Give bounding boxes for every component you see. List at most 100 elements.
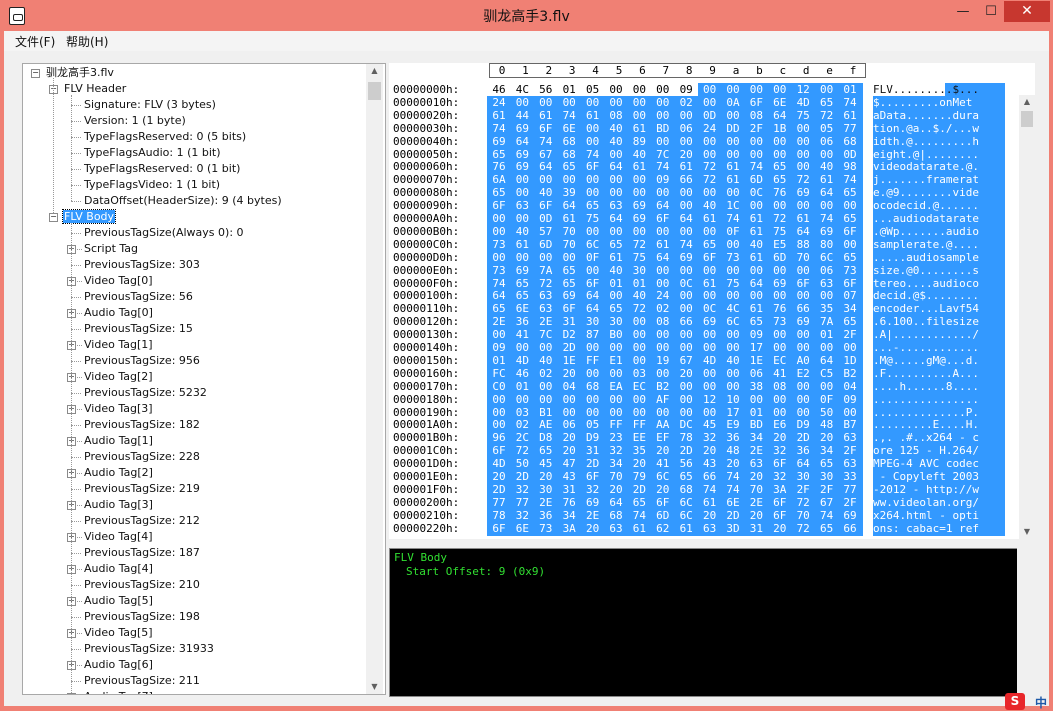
hex-byte[interactable]: 20: [557, 444, 581, 457]
hex-byte[interactable]: 05: [815, 122, 839, 135]
hex-byte[interactable]: 20: [604, 483, 628, 496]
hex-byte[interactable]: 00: [627, 225, 651, 238]
hex-byte[interactable]: 00: [534, 96, 558, 109]
hex-byte[interactable]: 30: [627, 264, 651, 277]
hex-byte[interactable]: 1E: [744, 354, 768, 367]
hex-byte[interactable]: 04: [557, 380, 581, 393]
hex-byte[interactable]: 2D: [581, 457, 605, 470]
hex-byte[interactable]: 00: [674, 302, 698, 315]
hex-row-bytes[interactable]: 6F 72 65 20 31 32 35 20 2D 20 48 2E 32 36 34 2F: [487, 444, 864, 457]
hex-byte[interactable]: 45: [534, 457, 558, 470]
hex-byte[interactable]: 61: [721, 173, 745, 186]
hex-byte[interactable]: 00: [815, 289, 839, 302]
hex-byte[interactable]: 00: [791, 380, 815, 393]
hex-byte[interactable]: 00: [487, 225, 511, 238]
hex-byte[interactable]: 56: [534, 83, 558, 96]
hex-byte[interactable]: 6D: [534, 238, 558, 251]
hex-byte[interactable]: 63: [744, 457, 768, 470]
hex-byte[interactable]: 61: [698, 496, 722, 509]
hex-byte[interactable]: 66: [698, 470, 722, 483]
hex-byte[interactable]: 72: [791, 522, 815, 535]
hex-byte[interactable]: 00: [721, 341, 745, 354]
tree-item-tag[interactable]: Audio Tag[0]: [83, 305, 154, 321]
hex-byte[interactable]: 01: [510, 380, 534, 393]
hex-byte[interactable]: 6F: [744, 96, 768, 109]
hex-byte[interactable]: 74: [744, 160, 768, 173]
tree-item-tag[interactable]: Audio Tag[5]: [83, 593, 154, 609]
hex-byte[interactable]: 00: [674, 264, 698, 277]
hex-byte[interactable]: 20: [674, 367, 698, 380]
hex-byte[interactable]: 68: [838, 135, 862, 148]
hex-byte[interactable]: 74: [627, 509, 651, 522]
hex-byte[interactable]: 00: [698, 406, 722, 419]
hex-byte[interactable]: 6D: [651, 509, 675, 522]
hex-byte[interactable]: 70: [744, 483, 768, 496]
hex-byte[interactable]: 2D: [627, 483, 651, 496]
hex-bytes-area[interactable]: 46 4C 56 01 05 00 00 00 09 00 00 00 00 12 00 01 24 00 00 00…: [487, 83, 864, 537]
hex-byte[interactable]: DC: [674, 418, 698, 431]
menu-file[interactable]: 文件(F): [15, 33, 55, 50]
hex-byte[interactable]: 34: [557, 509, 581, 522]
hex-byte[interactable]: 2E: [534, 315, 558, 328]
ascii-row[interactable]: .F..........A...: [873, 367, 1005, 380]
hex-byte[interactable]: 73: [768, 315, 792, 328]
hex-row-bytes[interactable]: 00 02 AE 06 05 FF FF AA DC 45 E9 BD E6 D9 48 B7: [487, 418, 864, 431]
hex-byte[interactable]: 70: [791, 251, 815, 264]
hex-row-bytes[interactable]: 00 03 B1 00 00 00 00 00 00 00 17 01 00 00 50 00: [487, 406, 864, 419]
hex-byte[interactable]: 00: [581, 173, 605, 186]
hex-byte[interactable]: 56: [674, 457, 698, 470]
tree-item-prev-tag-size[interactable]: PreviousTagSize: 219: [83, 481, 201, 497]
tree-scroll-up-icon[interactable]: ▲: [366, 64, 383, 78]
hex-byte[interactable]: 20: [581, 522, 605, 535]
hex-byte[interactable]: 64: [604, 496, 628, 509]
hex-byte[interactable]: 00: [838, 199, 862, 212]
hex-byte[interactable]: 09: [674, 83, 698, 96]
hex-byte[interactable]: 68: [604, 509, 628, 522]
hex-byte[interactable]: 68: [674, 483, 698, 496]
hex-byte[interactable]: 64: [557, 199, 581, 212]
ascii-row[interactable]: tion.@a..$./...w: [873, 122, 1005, 135]
hex-byte[interactable]: 00: [651, 341, 675, 354]
hex-byte[interactable]: 20: [557, 367, 581, 380]
hex-byte[interactable]: 2E: [487, 315, 511, 328]
hex-byte[interactable]: 65: [581, 199, 605, 212]
ascii-row[interactable]: .@Wp.......audio: [873, 225, 1005, 238]
hex-byte[interactable]: 64: [651, 251, 675, 264]
hex-byte[interactable]: D9: [581, 431, 605, 444]
hex-byte[interactable]: 00: [815, 341, 839, 354]
hex-byte[interactable]: 65: [557, 277, 581, 290]
hex-byte[interactable]: 24: [651, 289, 675, 302]
hex-byte[interactable]: 02: [651, 302, 675, 315]
hex-byte[interactable]: 45: [698, 418, 722, 431]
hex-byte[interactable]: 38: [744, 380, 768, 393]
hex-byte[interactable]: 6C: [651, 470, 675, 483]
hex-byte[interactable]: 00: [604, 173, 628, 186]
hex-byte[interactable]: EC: [768, 354, 792, 367]
hex-byte[interactable]: 00: [651, 186, 675, 199]
hex-byte[interactable]: 7C: [651, 148, 675, 161]
hex-row-bytes[interactable]: 64 65 63 69 64 00 40 24 00 00 00 00 00 00 00 07: [487, 289, 864, 302]
hex-byte[interactable]: 61: [744, 225, 768, 238]
hex-byte[interactable]: 76: [768, 186, 792, 199]
hex-byte[interactable]: 65: [815, 457, 839, 470]
hex-byte[interactable]: 00: [510, 186, 534, 199]
hex-byte[interactable]: 67: [534, 148, 558, 161]
hex-byte[interactable]: 68: [581, 380, 605, 393]
hex-byte[interactable]: C5: [815, 367, 839, 380]
hex-byte[interactable]: 00: [510, 341, 534, 354]
hex-byte[interactable]: 68: [557, 148, 581, 161]
hex-byte[interactable]: 61: [627, 522, 651, 535]
hex-row-bytes[interactable]: 6F 6E 73 3A 20 63 61 62 61 63 3D 31 20 72 65 66: [487, 522, 864, 535]
hex-byte[interactable]: 64: [581, 302, 605, 315]
hex-byte[interactable]: 0F: [581, 251, 605, 264]
hex-byte[interactable]: 08: [651, 315, 675, 328]
hex-byte[interactable]: BD: [651, 122, 675, 135]
hex-byte[interactable]: 2E: [744, 444, 768, 457]
hex-byte[interactable]: 2F: [838, 328, 862, 341]
ascii-row[interactable]: videodatarate.@.: [873, 160, 1005, 173]
tree-item-prev-tag-size[interactable]: PreviousTagSize: 198: [83, 609, 201, 625]
hex-byte[interactable]: 2D: [557, 341, 581, 354]
hex-byte[interactable]: 72: [510, 444, 534, 457]
hex-byte[interactable]: 6F: [581, 277, 605, 290]
hex-byte[interactable]: 61: [534, 109, 558, 122]
